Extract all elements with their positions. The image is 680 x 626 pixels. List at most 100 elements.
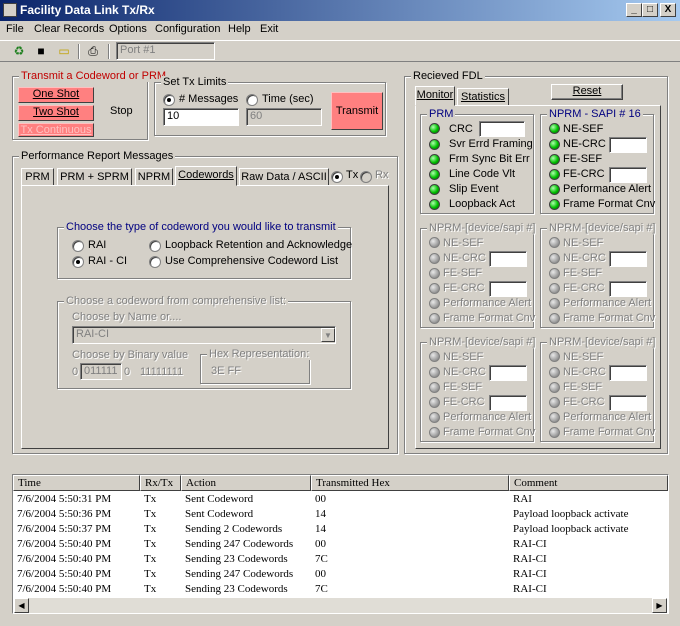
fe-crc-count-field <box>489 281 527 297</box>
loopback-radio[interactable] <box>149 240 161 252</box>
save-icon[interactable]: ■ <box>32 43 50 60</box>
minimize-button[interactable]: _ <box>626 3 642 17</box>
menu-options[interactable]: Options <box>109 23 147 35</box>
maximize-button[interactable]: □ <box>642 3 658 17</box>
time-radio[interactable] <box>246 94 258 106</box>
led-icon <box>549 199 560 210</box>
table-row[interactable]: 7/6/2004 5:50:31 PM Tx Sent Codeword 00 RAI <box>13 492 668 507</box>
led-icon <box>429 412 440 423</box>
table-cell: 00 <box>315 493 326 505</box>
led-icon <box>549 123 560 134</box>
ne-crc-count-field <box>609 365 647 381</box>
col-comment[interactable]: Comment <box>509 475 668 491</box>
comprehensive-label: Use Comprehensive Codeword List <box>165 255 339 267</box>
messages-radio[interactable] <box>163 94 175 106</box>
scroll-left-icon[interactable]: ◀ <box>14 598 29 613</box>
table-cell: 00 <box>315 568 326 580</box>
led-icon <box>549 313 560 324</box>
rai-ci-radio[interactable] <box>72 256 84 268</box>
binary-input[interactable]: 011111 <box>80 363 122 380</box>
nprm-fe-crc: FE-CRC <box>563 396 605 408</box>
table-cell: Sending 23 Codewords <box>185 583 288 595</box>
nprm16-frame-format: Frame Format Cnv <box>563 198 656 210</box>
recycle-icon[interactable]: ♻ <box>10 43 28 60</box>
codeword-name-select[interactable]: RAI-CI <box>72 326 336 344</box>
table-row[interactable]: 7/6/2004 5:50:37 PM Tx Sending 2 Codewords… <box>13 522 668 537</box>
tab-statistics[interactable]: Statistics <box>457 88 509 106</box>
reset-button[interactable]: Reset <box>551 84 623 100</box>
hex-legend: Hex Representation: <box>207 348 312 360</box>
folder-icon[interactable]: ▭ <box>55 43 73 60</box>
col-rxtx[interactable]: Rx/Tx <box>140 475 181 491</box>
menu-clear-records[interactable]: Clear Records <box>34 23 104 35</box>
scroll-right-icon[interactable]: ▶ <box>652 598 667 613</box>
table-row[interactable]: 7/6/2004 5:50:40 PM Tx Sending 23 Codeword… <box>13 552 668 567</box>
col-time[interactable]: Time <box>13 475 140 491</box>
menu-bar: File Clear Records Options Configuration… <box>0 21 680 39</box>
tx-label: Tx <box>346 169 359 181</box>
table-cell: RAI-CI <box>513 538 547 550</box>
led-icon <box>549 283 560 294</box>
tx-continuous-button[interactable]: Tx Continuous <box>18 123 94 137</box>
menu-configuration[interactable]: Configuration <box>155 23 220 35</box>
tab-prm-sprm[interactable]: PRM + SPRM <box>57 168 132 186</box>
tab-prm[interactable]: PRM <box>21 168 54 186</box>
table-row[interactable]: 7/6/2004 5:50:40 PM Tx Sending 247 Codewor… <box>13 537 668 552</box>
table-cell: 7/6/2004 5:50:40 PM <box>17 568 112 580</box>
time-input[interactable]: 60 <box>246 108 322 126</box>
transmit-legend: Transmit a Codeword or PRM <box>19 70 169 82</box>
chevron-down-icon[interactable]: ▼ <box>321 328 335 342</box>
tx-limits-group: Set Tx Limits # Messages Time (sec) 10 6… <box>154 76 386 136</box>
fe-crc-count-field <box>489 395 527 411</box>
table-cell: Tx <box>144 553 157 565</box>
nprm-ne-sef: NE-SEF <box>443 351 484 363</box>
rx-radio[interactable] <box>360 171 372 183</box>
led-icon <box>429 139 440 150</box>
ne-crc-count-field <box>489 251 527 267</box>
table-cell: Sending 23 Codewords <box>185 553 288 565</box>
table-row[interactable]: 7/6/2004 5:50:36 PM Tx Sent Codeword 14 Payl… <box>13 507 668 522</box>
led-icon <box>549 397 560 408</box>
tx-limits-legend: Set Tx Limits <box>161 76 229 88</box>
codeword-list-group: Choose a codeword from comprehensive lis… <box>57 295 351 389</box>
prm-svr-errd: Svr Errd Framing <box>449 138 533 150</box>
col-action[interactable]: Action <box>181 475 311 491</box>
transmit-button[interactable]: Transmit <box>331 92 383 130</box>
log-table[interactable]: Time Rx/Tx Action Transmitted Hex Commen… <box>12 474 669 614</box>
table-row[interactable]: 7/6/2004 5:50:40 PM Tx Sending 247 Codewor… <box>13 567 668 582</box>
table-cell: 7C <box>315 553 328 565</box>
printer-icon[interactable]: ⎙ <box>84 43 102 60</box>
led-icon <box>429 123 440 134</box>
binary-suffix: 11111111 <box>140 366 184 378</box>
menu-exit[interactable]: Exit <box>260 23 278 35</box>
menu-file[interactable]: File <box>6 23 24 35</box>
tab-monitor[interactable]: Monitor <box>415 86 455 106</box>
rai-radio[interactable] <box>72 240 84 252</box>
one-shot-button[interactable]: One Shot <box>18 87 94 103</box>
prm-line-code: Line Code Vlt <box>449 168 516 180</box>
led-icon <box>549 412 560 423</box>
tab-nprm[interactable]: NPRM <box>135 168 173 186</box>
received-legend: Recieved FDL <box>411 70 485 82</box>
comprehensive-radio[interactable] <box>149 256 161 268</box>
messages-input[interactable]: 10 <box>163 108 239 126</box>
close-button[interactable]: X <box>660 3 676 17</box>
col-hex[interactable]: Transmitted Hex <box>311 475 509 491</box>
menu-help[interactable]: Help <box>228 23 251 35</box>
port-input[interactable]: Port #1 <box>116 42 215 60</box>
tx-radio[interactable] <box>331 171 343 183</box>
codeword-type-legend: Choose the type of codeword you would li… <box>64 221 338 233</box>
led-icon <box>429 283 440 294</box>
nprm-generic-group: NPRM-[device/sapi #] NE-SEF NE-CRC FE-SE… <box>540 222 658 328</box>
led-icon <box>429 237 440 248</box>
stop-button[interactable]: Stop <box>110 105 133 117</box>
horizontal-scrollbar[interactable]: ◀ ▶ <box>14 598 667 613</box>
tab-codewords[interactable]: Codewords <box>175 166 237 186</box>
table-cell: 7/6/2004 5:50:40 PM <box>17 553 112 565</box>
nprm-fe-sef: FE-SEF <box>443 267 483 279</box>
by-binary-label: Choose by Binary value <box>72 349 189 361</box>
tab-raw-data[interactable]: Raw Data / ASCII <box>239 168 329 186</box>
two-shot-button[interactable]: Two Shot <box>18 105 94 121</box>
nprm-ne-crc: NE-CRC <box>563 366 606 378</box>
table-row[interactable]: 7/6/2004 5:50:40 PM Tx Sending 23 Codeword… <box>13 582 668 597</box>
